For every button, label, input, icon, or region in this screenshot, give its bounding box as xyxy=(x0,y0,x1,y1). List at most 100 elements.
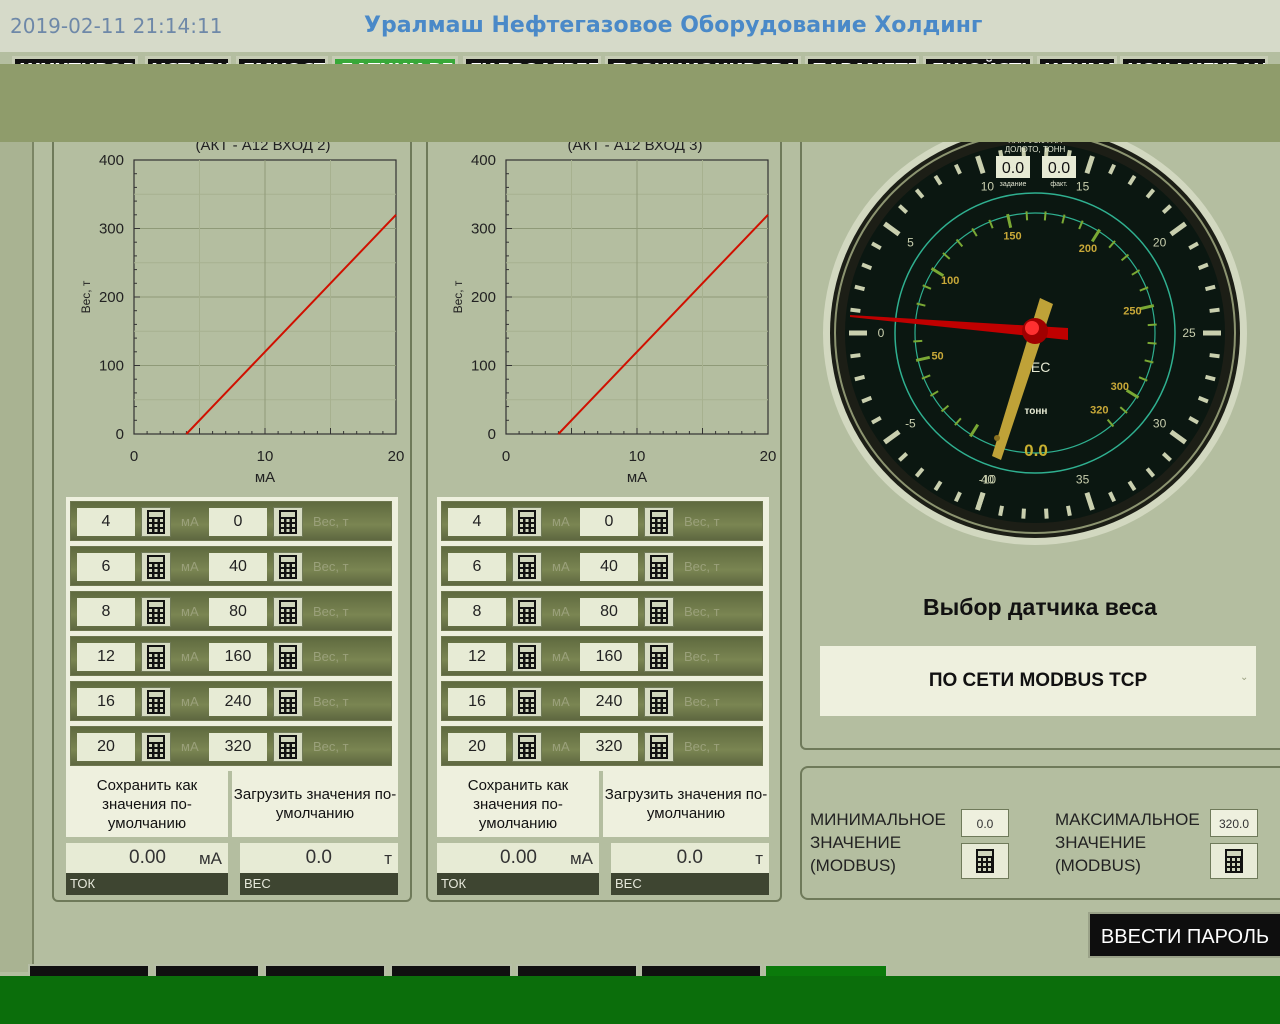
outer-scale-label: 30 xyxy=(1153,417,1167,431)
ton-calculator-button[interactable] xyxy=(273,732,303,762)
calibration-chart-2-svg: 01002003004000 10 20мАВес, т(АКТ - А12 ВХО… xyxy=(451,137,776,486)
ma-unit: мА xyxy=(552,514,570,529)
inner-scale-label: 250 xyxy=(1123,306,1141,318)
ton-calculator-button[interactable] xyxy=(644,732,674,762)
ton-unit: Вес, т xyxy=(313,649,349,664)
modbus-max-calculator-button[interactable] xyxy=(1210,843,1258,879)
ma-value: 6 xyxy=(448,553,506,581)
ma-unit: мА xyxy=(552,604,570,619)
save-defaults-button[interactable]: Сохранить как значения по-умолчанию xyxy=(66,771,230,837)
table-row: 20 мА 320 Вес, т xyxy=(441,726,763,766)
ma-calculator-button[interactable] xyxy=(141,687,171,717)
ton-calculator-button[interactable] xyxy=(273,552,303,582)
ma-calculator-button[interactable] xyxy=(512,552,542,582)
calculator-icon xyxy=(279,735,297,759)
calculator-icon xyxy=(147,735,165,759)
enter-password-button[interactable]: ВВЕСТИ ПАРОЛЬ xyxy=(1088,912,1280,958)
outer-scale-label: 5 xyxy=(907,235,914,249)
ma-unit: мА xyxy=(181,604,199,619)
outer-scale-label: 0 xyxy=(878,326,885,340)
ma-calculator-button[interactable] xyxy=(512,642,542,672)
ton-calculator-button[interactable] xyxy=(644,597,674,627)
weight-unit: т xyxy=(384,849,392,868)
ma-unit: мА xyxy=(181,649,199,664)
left-side-strip xyxy=(0,142,34,972)
ma-calculator-button[interactable] xyxy=(512,687,542,717)
sensor-select[interactable]: ПО СЕТИ MODBUS TCP xyxy=(820,646,1256,716)
ton-value: 80 xyxy=(580,598,638,626)
ma-unit: мА xyxy=(181,514,199,529)
ton-calculator-button[interactable] xyxy=(644,507,674,537)
ton-value: 240 xyxy=(580,688,638,716)
current-unit: мА xyxy=(569,849,593,868)
x-tick-label: 0 xyxy=(130,448,138,465)
calculator-icon xyxy=(147,555,165,579)
outer-scale-label: 35 xyxy=(1076,472,1090,486)
ton-value: 320 xyxy=(580,733,638,761)
setpoint-value: 0.0 xyxy=(1002,160,1024,177)
calculator-icon xyxy=(518,555,536,579)
calculator-icon xyxy=(518,600,536,624)
load-defaults-button[interactable]: Загрузить значения по-умолчанию xyxy=(232,771,398,837)
ma-value: 16 xyxy=(77,688,135,716)
ma-unit: мА xyxy=(552,559,570,574)
ton-value: 40 xyxy=(580,553,638,581)
ma-value: 4 xyxy=(448,508,506,536)
ma-value: 6 xyxy=(77,553,135,581)
ton-calculator-button[interactable] xyxy=(273,642,303,672)
table-row: 8 мА 80 Вес, т xyxy=(70,591,392,631)
ma-value: 20 xyxy=(77,733,135,761)
y-tick-label: 200 xyxy=(471,289,496,306)
ma-calculator-button[interactable] xyxy=(141,732,171,762)
gauge-value: 0.0 xyxy=(1024,441,1048,460)
ma-calculator-button[interactable] xyxy=(141,552,171,582)
table-row: 16 мА 240 Вес, т xyxy=(70,681,392,721)
x-tick-label: 20 xyxy=(388,448,405,465)
ton-calculator-button[interactable] xyxy=(644,552,674,582)
current-value: 0.00 xyxy=(129,847,166,868)
calculator-icon xyxy=(147,600,165,624)
ma-value: 12 xyxy=(77,643,135,671)
y-tick-label: 200 xyxy=(99,289,124,306)
calculator-icon xyxy=(650,735,668,759)
y-axis-label: Вес, т xyxy=(451,280,465,313)
ma-calculator-button[interactable] xyxy=(141,597,171,627)
calculator-icon xyxy=(1225,849,1243,873)
weight-unit: т xyxy=(755,849,763,868)
ma-calculator-button[interactable] xyxy=(141,507,171,537)
ton-calculator-button[interactable] xyxy=(644,687,674,717)
calculator-icon xyxy=(976,849,994,873)
ma-calculator-button[interactable] xyxy=(512,507,542,537)
ma-calculator-button[interactable] xyxy=(512,732,542,762)
ton-calculator-button[interactable] xyxy=(644,642,674,672)
ton-value: 0 xyxy=(580,508,638,536)
ton-calculator-button[interactable] xyxy=(273,507,303,537)
calibration-chart-1-svg: 01002003004000 10 20мАВес, т(АКТ - А12 ВХО… xyxy=(79,137,405,486)
current-unit: мА xyxy=(198,849,222,868)
ma-value: 16 xyxy=(448,688,506,716)
weight-value: 0.0 xyxy=(676,847,703,868)
ton-unit: Вес, т xyxy=(313,604,349,619)
inner-scale-label: 300 xyxy=(1111,381,1129,393)
ton-value: 320 xyxy=(209,733,267,761)
weight-readout: 0.0 т xyxy=(240,843,398,873)
outer-scale-tick xyxy=(1209,307,1220,313)
actual-label: факт. xyxy=(1050,181,1067,188)
ma-value: 8 xyxy=(448,598,506,626)
inner-scale-label: 100 xyxy=(941,275,959,287)
ma-calculator-button[interactable] xyxy=(141,642,171,672)
ma-value: 8 xyxy=(77,598,135,626)
table-row: 12 мА 160 Вес, т xyxy=(441,636,763,676)
ton-calculator-button[interactable] xyxy=(273,597,303,627)
ma-unit: мА xyxy=(552,649,570,664)
outer-scale-tick xyxy=(850,353,861,359)
ma-calculator-button[interactable] xyxy=(512,597,542,627)
inner-scale-label: 50 xyxy=(931,350,943,362)
load-defaults-button[interactable]: Загрузить значения по-умолчанию xyxy=(603,771,769,837)
outer-scale-tick xyxy=(1204,374,1216,382)
ton-calculator-button[interactable] xyxy=(273,687,303,717)
modbus-min-calculator-button[interactable] xyxy=(961,843,1009,879)
y-tick-label: 400 xyxy=(471,152,496,169)
outer-scale-tick xyxy=(998,505,1004,517)
save-defaults-button[interactable]: Сохранить как значения по-умолчанию xyxy=(437,771,601,837)
